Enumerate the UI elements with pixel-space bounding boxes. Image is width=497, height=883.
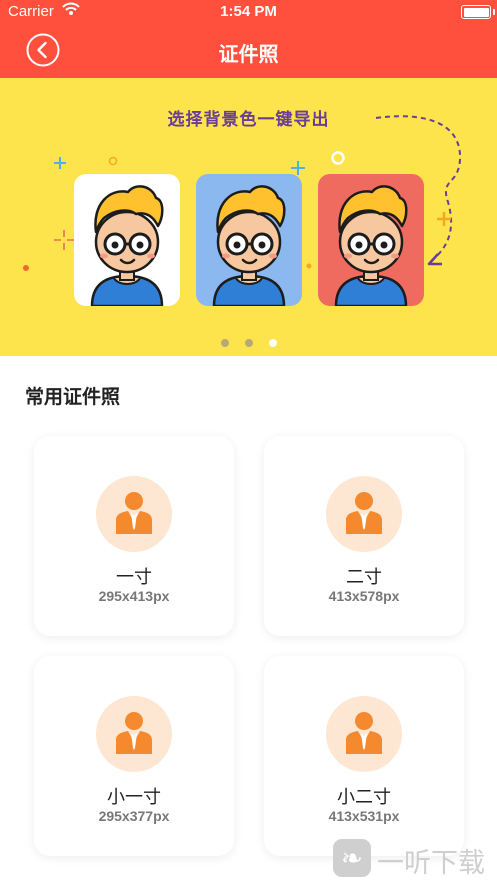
size-name: 小一寸 <box>107 787 161 807</box>
size-name: 二寸 <box>346 567 382 587</box>
status-bar: Carrier 1:54 PM <box>0 0 497 24</box>
size-name: 一寸 <box>116 567 152 587</box>
cartoon-boy-illustration <box>334 185 408 306</box>
battery-icon <box>461 5 495 19</box>
navigation-bar: 证件照 <box>0 24 497 78</box>
photo-card-white <box>74 174 180 306</box>
person-icon <box>346 492 382 534</box>
person-icon <box>116 492 152 534</box>
cartoon-boy-illustration <box>90 185 164 306</box>
watermark-logo: ❧ 一听下载 <box>333 837 493 879</box>
page-dot[interactable] <box>244 339 253 347</box>
photo-card-blue <box>196 174 302 306</box>
page-dot[interactable] <box>220 339 229 347</box>
sparkle-icon <box>54 230 74 250</box>
dot-icon <box>23 265 29 271</box>
size-dimensions: 413x531px <box>328 808 400 824</box>
banner-carousel[interactable]: 选择背景色一键导出 <box>0 78 497 356</box>
size-card-small-one-inch[interactable]: 小一寸 295x377px <box>34 656 234 856</box>
page-indicator[interactable] <box>0 334 497 352</box>
size-dimensions: 295x413px <box>98 588 170 604</box>
ear-logo-icon: ❧ <box>333 839 371 877</box>
person-icon <box>346 712 382 754</box>
dot-icon <box>306 263 312 269</box>
person-avatar-icon <box>326 476 402 552</box>
page-dot-active[interactable] <box>268 339 277 347</box>
watermark-text: 一听下载 <box>377 848 485 879</box>
photo-card-red <box>318 174 424 306</box>
clock: 1:54 PM <box>220 3 277 20</box>
size-dimensions: 413x578px <box>328 588 400 604</box>
sparkle-icon <box>437 212 451 226</box>
person-avatar-icon <box>96 696 172 772</box>
ring-icon <box>331 151 345 165</box>
cartoon-boy-illustration <box>212 185 286 306</box>
section-title: 常用证件照 <box>25 387 121 408</box>
page-title: 证件照 <box>218 44 279 66</box>
size-card-two-inch[interactable]: 二寸 413x578px <box>264 436 464 636</box>
ring-icon <box>108 156 118 166</box>
sparkle-icon <box>54 157 66 169</box>
size-card-small-two-inch[interactable]: 小二寸 413x531px <box>264 656 464 856</box>
person-avatar-icon <box>96 476 172 552</box>
person-icon <box>116 712 152 754</box>
size-name: 小二寸 <box>337 787 391 807</box>
size-card-one-inch[interactable]: 一寸 295x413px <box>34 436 234 636</box>
person-avatar-icon <box>326 696 402 772</box>
size-dimensions: 295x377px <box>98 808 170 824</box>
